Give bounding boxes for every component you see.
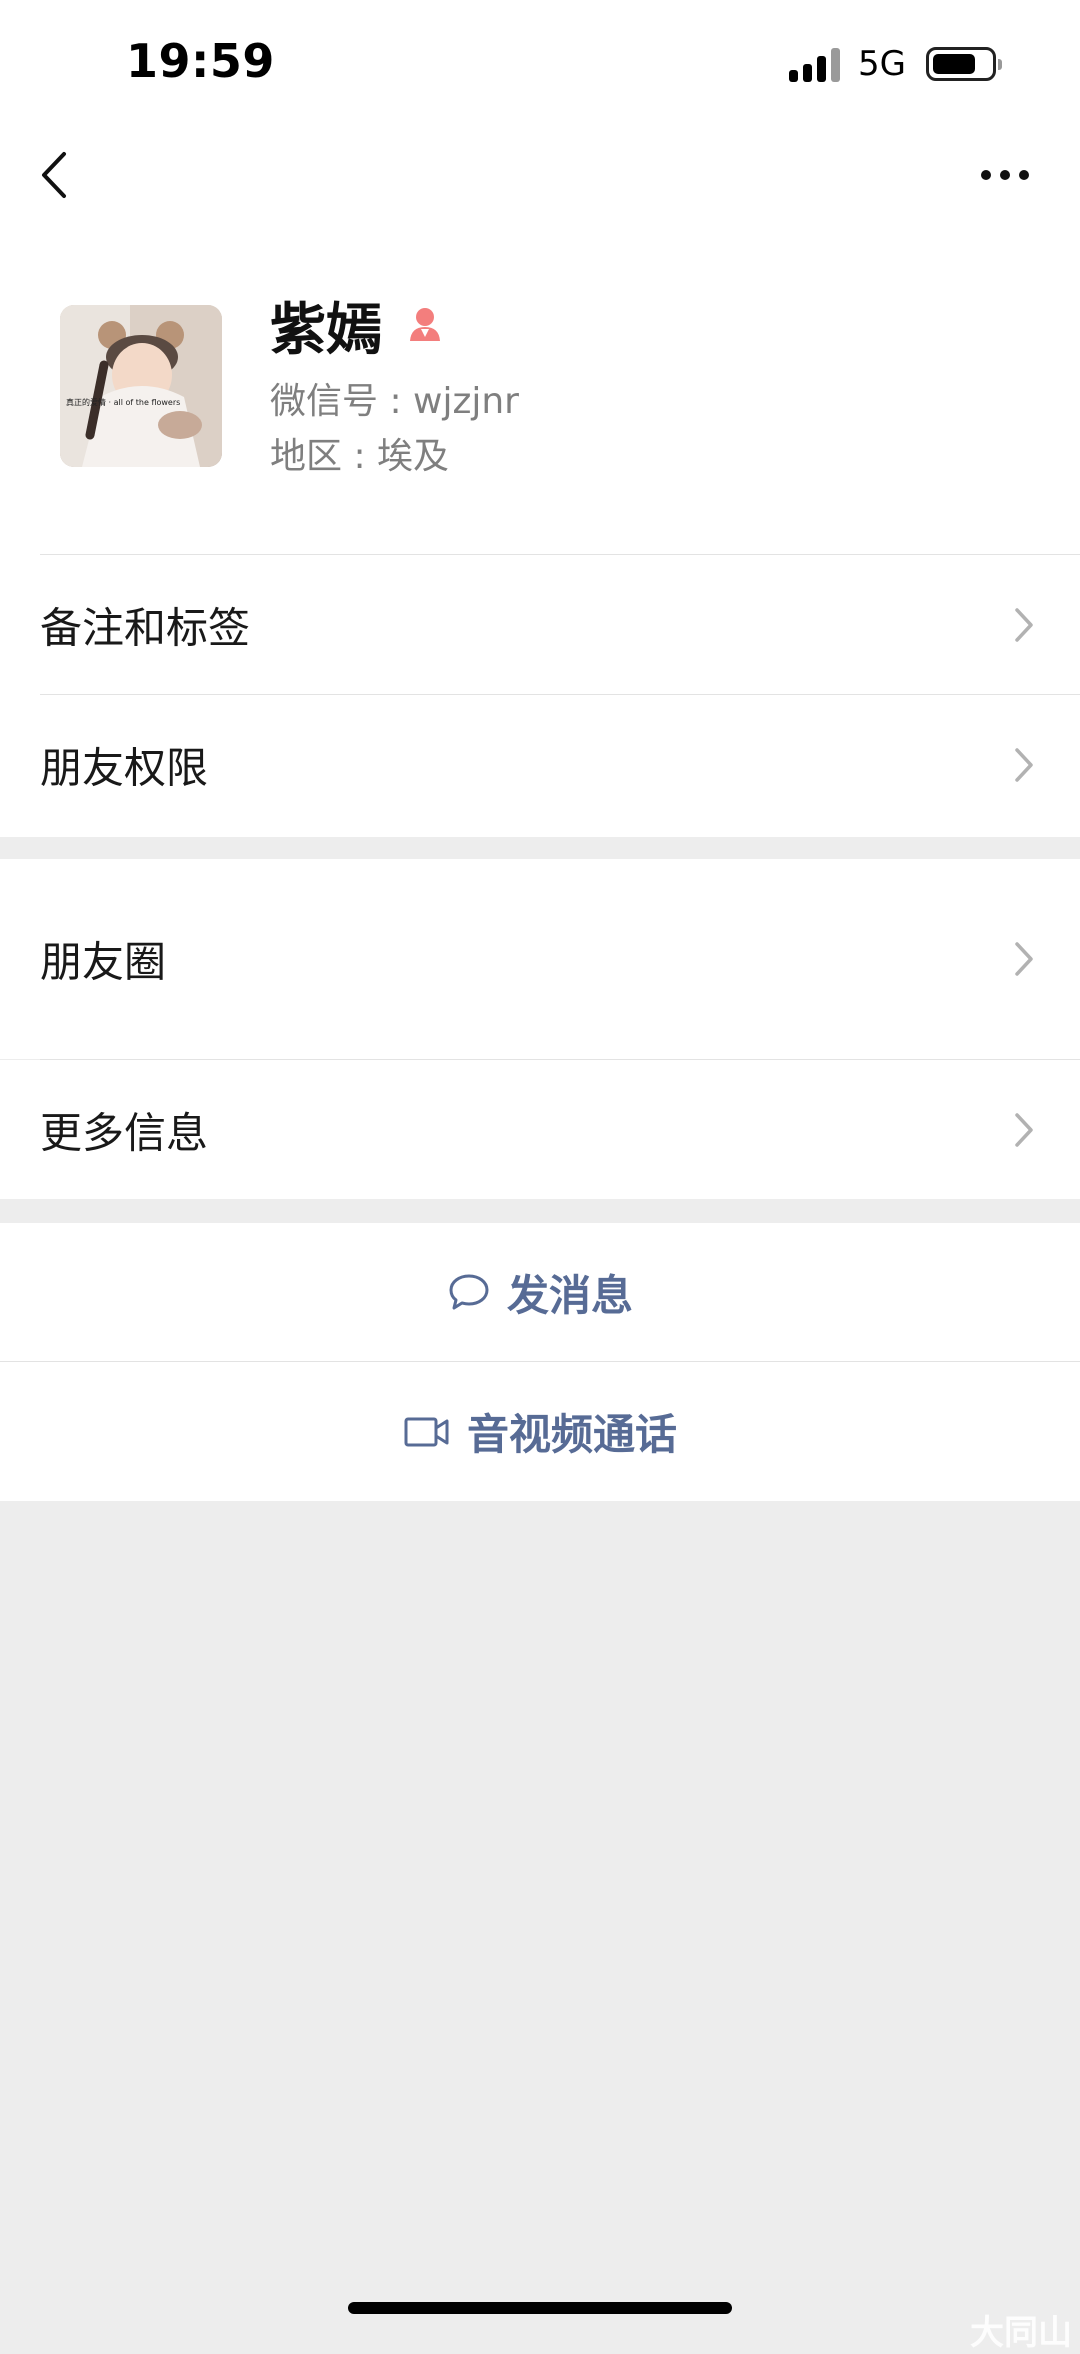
row-label: 朋友圈 (40, 937, 167, 987)
contact-name: 紫嫣 (270, 297, 382, 363)
chat-bubble-icon (447, 1272, 491, 1312)
more-button[interactable] (970, 150, 1040, 200)
status-time: 19:59 (126, 34, 275, 88)
battery-icon (926, 47, 1002, 81)
wechat-id: 微信号 : wjzjnr (270, 381, 519, 422)
avatar-caption: 真正的爱情 · all of the flowers (66, 398, 181, 407)
avatar[interactable]: 真正的爱情 · all of the flowers (60, 305, 222, 467)
network-type: 5G (858, 44, 906, 84)
status-icons: 5G (789, 44, 1002, 84)
row-label: 更多信息 (40, 1108, 209, 1157)
female-icon (404, 303, 446, 347)
signal-icon (789, 46, 841, 82)
chevron-left-icon (42, 152, 66, 198)
home-indicator[interactable] (348, 2302, 732, 2314)
row-moments[interactable]: 朋友圈 (0, 859, 1080, 1059)
row-label: 朋友权限 (40, 743, 209, 793)
send-message-button[interactable]: 发消息 (0, 1223, 1080, 1361)
video-call-button[interactable]: 音视频通话 (0, 1362, 1080, 1501)
row-remarks-tags[interactable]: 备注和标签 (0, 555, 1080, 694)
chevron-right-icon (1012, 605, 1036, 645)
back-button[interactable] (30, 140, 80, 210)
row-label: 备注和标签 (40, 603, 251, 652)
chevron-right-icon (1012, 1110, 1036, 1150)
avatar-image (60, 305, 222, 467)
video-call-label: 音视频通话 (466, 1410, 677, 1459)
chevron-right-icon (1012, 745, 1036, 785)
chevron-right-icon (1012, 939, 1036, 979)
video-camera-icon (403, 1415, 451, 1449)
region: 地区 : 埃及 (270, 436, 450, 477)
watermark: 大同山 (970, 2313, 1072, 2353)
name-row: 紫嫣 (270, 290, 446, 363)
send-message-label: 发消息 (506, 1270, 633, 1320)
row-more-info[interactable]: 更多信息 (0, 1060, 1080, 1199)
ellipsis-icon (981, 170, 1029, 180)
row-friend-permissions[interactable]: 朋友权限 (0, 695, 1080, 835)
